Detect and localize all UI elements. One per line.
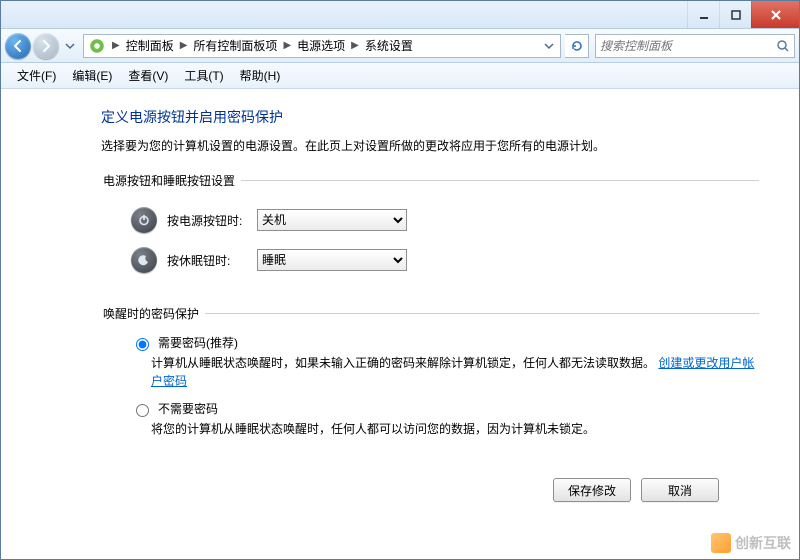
close-icon <box>770 9 782 21</box>
section-legend: 唤醒时的密码保护 <box>101 305 205 322</box>
power-button-select[interactable]: 关机 <box>257 209 407 231</box>
nav-bar: ▶ 控制面板 ▶ 所有控制面板项 ▶ 电源选项 ▶ 系统设置 <box>1 29 799 63</box>
radio-require-password-option[interactable]: 需要密码(推荐) <box>131 334 759 351</box>
radio-description: 将您的计算机从睡眠状态唤醒时，任何人都可以访问您的数据，因为计算机未锁定。 <box>151 420 759 438</box>
search-input[interactable] <box>596 39 772 53</box>
radio-description: 计算机从睡眠状态唤醒时，如果未输入正确的密码来解除计算机锁定，任何人都无法读取数… <box>151 354 759 390</box>
sleep-button-select[interactable]: 睡眠 <box>257 249 407 271</box>
section-legend: 电源按钮和睡眠按钮设置 <box>101 172 241 189</box>
radio-require-password-input[interactable] <box>136 338 149 351</box>
button-settings-section: 电源按钮和睡眠按钮设置 按电源按钮时: 关机 按休眠钮时: 睡眠 <box>101 172 759 287</box>
chevron-down-icon <box>65 41 75 51</box>
refresh-icon <box>570 39 584 53</box>
menu-tools[interactable]: 工具(T) <box>176 64 231 87</box>
power-button-label: 按电源按钮时: <box>167 212 247 229</box>
radio-no-password-option[interactable]: 不需要密码 <box>131 400 759 417</box>
page-heading: 定义电源按钮并启用密码保护 <box>101 107 759 127</box>
sleep-button-row: 按休眠钮时: 睡眠 <box>131 247 759 273</box>
watermark-icon <box>711 533 731 553</box>
menu-help[interactable]: 帮助(H) <box>232 64 289 87</box>
radio-label: 不需要密码 <box>158 400 218 417</box>
breadcrumb-sep: ▶ <box>112 40 120 51</box>
minimize-icon <box>698 9 710 21</box>
power-button-row: 按电源按钮时: 关机 <box>131 207 759 233</box>
sleep-icon <box>131 247 157 273</box>
close-button[interactable] <box>751 1 799 28</box>
save-button[interactable]: 保存修改 <box>553 478 631 502</box>
back-button[interactable] <box>5 33 31 59</box>
back-arrow-icon <box>11 39 25 53</box>
breadcrumb[interactable]: ▶ 控制面板 ▶ 所有控制面板项 ▶ 电源选项 ▶ 系统设置 <box>83 34 561 58</box>
radio-no-password-input[interactable] <box>136 404 149 417</box>
control-panel-icon <box>88 37 106 55</box>
footer-buttons: 保存修改 取消 <box>101 466 759 516</box>
breadcrumb-item[interactable]: 电源选项 <box>295 37 347 54</box>
breadcrumb-dropdown[interactable] <box>540 35 558 57</box>
radio-no-password: 不需要密码 将您的计算机从睡眠状态唤醒时，任何人都可以访问您的数据，因为计算机未… <box>131 400 759 438</box>
breadcrumb-item[interactable]: 控制面板 <box>124 37 176 54</box>
breadcrumb-sep: ▶ <box>351 40 359 51</box>
cancel-button[interactable]: 取消 <box>641 478 719 502</box>
maximize-icon <box>730 9 742 21</box>
breadcrumb-sep: ▶ <box>283 40 291 51</box>
password-protection-section: 唤醒时的密码保护 需要密码(推荐) 计算机从睡眠状态唤醒时，如果未输入正确的密码… <box>101 305 759 448</box>
power-icon <box>131 207 157 233</box>
search-icon[interactable] <box>772 39 794 53</box>
search-box[interactable] <box>595 34 795 58</box>
content-area: 定义电源按钮并启用密码保护 选择要为您的计算机设置的电源设置。在此页上对设置所做… <box>1 89 799 559</box>
menu-view[interactable]: 查看(V) <box>120 64 176 87</box>
page-description: 选择要为您的计算机设置的电源设置。在此页上对设置所做的更改将应用于您所有的电源计… <box>101 137 759 154</box>
chevron-down-icon <box>544 41 554 51</box>
breadcrumb-sep: ▶ <box>180 40 188 51</box>
watermark: 创新互联 <box>711 533 791 553</box>
maximize-button[interactable] <box>719 1 751 28</box>
forward-arrow-icon <box>39 39 53 53</box>
menu-file[interactable]: 文件(F) <box>9 64 64 87</box>
menu-edit[interactable]: 编辑(E) <box>64 64 120 87</box>
menu-bar: 文件(F) 编辑(E) 查看(V) 工具(T) 帮助(H) <box>1 63 799 89</box>
refresh-button[interactable] <box>565 34 589 58</box>
breadcrumb-item[interactable]: 所有控制面板项 <box>191 37 279 54</box>
window: ▶ 控制面板 ▶ 所有控制面板项 ▶ 电源选项 ▶ 系统设置 文件(F) 编辑(… <box>0 0 800 560</box>
radio-require-password: 需要密码(推荐) 计算机从睡眠状态唤醒时，如果未输入正确的密码来解除计算机锁定，… <box>131 334 759 390</box>
forward-button[interactable] <box>33 33 59 59</box>
radio-label: 需要密码(推荐) <box>158 334 238 351</box>
sleep-button-label: 按休眠钮时: <box>167 252 247 269</box>
breadcrumb-item[interactable]: 系统设置 <box>363 37 415 54</box>
title-bar <box>1 1 799 29</box>
history-dropdown[interactable] <box>61 35 79 57</box>
minimize-button[interactable] <box>687 1 719 28</box>
